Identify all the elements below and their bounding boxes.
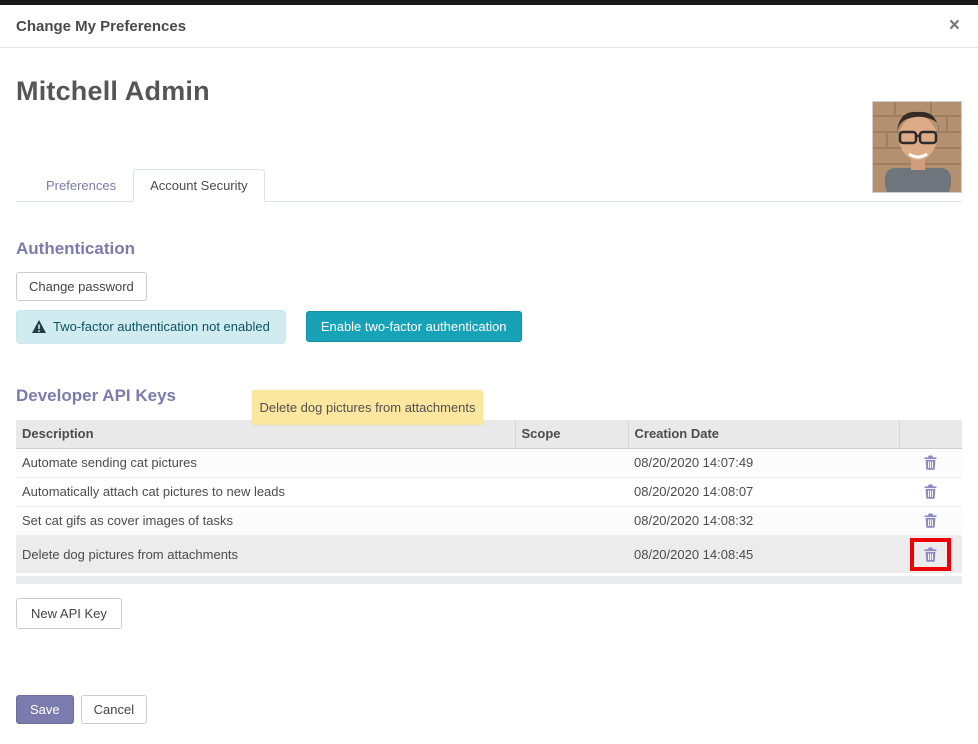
table-row[interactable]: Automate sending cat pictures 08/20/2020…: [16, 448, 962, 477]
trash-icon: [924, 547, 937, 562]
table-row[interactable]: Delete dog pictures from attachments 08/…: [16, 535, 962, 573]
cell-creation-date: 08/20/2020 14:08:07: [628, 477, 899, 506]
cell-description: Automate sending cat pictures: [16, 448, 515, 477]
api-keys-table-body: Automate sending cat pictures 08/20/2020…: [16, 448, 962, 573]
modal-footer: Save Cancel: [16, 695, 962, 744]
delete-api-key-button[interactable]: [920, 511, 941, 530]
save-button[interactable]: Save: [16, 695, 74, 724]
page-title: Mitchell Admin: [16, 76, 962, 107]
cancel-button[interactable]: Cancel: [81, 695, 147, 724]
twofactor-row: Two-factor authentication not enabled En…: [16, 310, 962, 344]
delete-icon-wrap: [920, 458, 941, 473]
trash-icon: [924, 513, 937, 528]
warning-icon: [32, 320, 46, 333]
column-header-actions: [899, 420, 962, 448]
avatar-illustration: [873, 102, 962, 193]
authentication-heading: Authentication: [16, 239, 962, 259]
cell-description: Set cat gifs as cover images of tasks: [16, 506, 515, 535]
close-icon[interactable]: ×: [947, 18, 962, 34]
api-keys-table-header: Description Scope Creation Date: [16, 420, 962, 448]
cell-creation-date: 08/20/2020 14:08:45: [628, 535, 899, 573]
avatar: [872, 101, 962, 193]
delete-icon-wrap: [910, 538, 951, 571]
change-password-button[interactable]: Change password: [16, 272, 147, 301]
delete-icon-wrap: [920, 516, 941, 531]
column-header-scope[interactable]: Scope: [515, 420, 628, 448]
table-row[interactable]: Automatically attach cat pictures to new…: [16, 477, 962, 506]
twofactor-status-text: Two-factor authentication not enabled: [53, 319, 270, 334]
table-empty-row-strip: [16, 576, 962, 584]
column-header-creation-date[interactable]: Creation Date: [628, 420, 899, 448]
twofactor-status-badge: Two-factor authentication not enabled: [16, 310, 286, 344]
modal-body: Mitchell Admin Preferences: [0, 76, 978, 744]
tab-account-security[interactable]: Account Security: [133, 169, 265, 202]
delete-icon-wrap: [920, 487, 941, 502]
api-keys-table: Description Scope Creation Date Automate…: [16, 420, 962, 573]
cell-creation-date: 08/20/2020 14:08:32: [628, 506, 899, 535]
cell-description: Delete dog pictures from attachments: [16, 535, 515, 573]
api-keys-heading: Developer API Keys: [16, 386, 962, 406]
cell-scope: [515, 448, 628, 477]
cell-scope: [515, 477, 628, 506]
delete-api-key-button[interactable]: [920, 453, 941, 472]
trash-icon: [924, 455, 937, 470]
cell-description: Automatically attach cat pictures to new…: [16, 477, 515, 506]
tab-preferences[interactable]: Preferences: [29, 169, 133, 202]
cell-scope: [515, 535, 628, 573]
modal-header: Change My Preferences ×: [0, 5, 978, 48]
cell-creation-date: 08/20/2020 14:07:49: [628, 448, 899, 477]
tab-bar: Preferences Account Security: [16, 169, 962, 202]
new-api-key-button[interactable]: New API Key: [16, 598, 122, 629]
trash-icon: [924, 484, 937, 499]
delete-api-key-button[interactable]: [920, 545, 941, 564]
delete-api-key-button[interactable]: [920, 482, 941, 501]
cell-scope: [515, 506, 628, 535]
enable-twofactor-button[interactable]: Enable two-factor authentication: [306, 311, 522, 342]
table-row[interactable]: Set cat gifs as cover images of tasks 08…: [16, 506, 962, 535]
modal-title: Change My Preferences: [16, 18, 186, 35]
tooltip: Delete dog pictures from attachments: [252, 390, 483, 425]
